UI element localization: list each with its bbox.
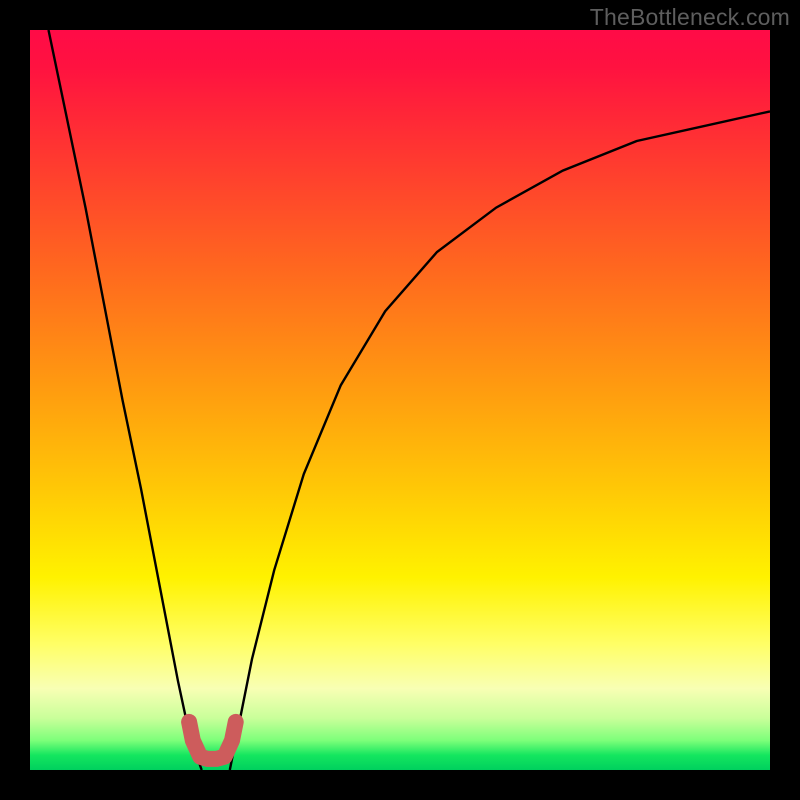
curve-right-branch	[230, 111, 770, 770]
valley-marker	[189, 722, 236, 759]
curves-svg	[30, 30, 770, 770]
watermark-text: TheBottleneck.com	[590, 4, 790, 31]
chart-frame: TheBottleneck.com	[0, 0, 800, 800]
plot-area	[30, 30, 770, 770]
curve-left-branch	[49, 30, 202, 770]
